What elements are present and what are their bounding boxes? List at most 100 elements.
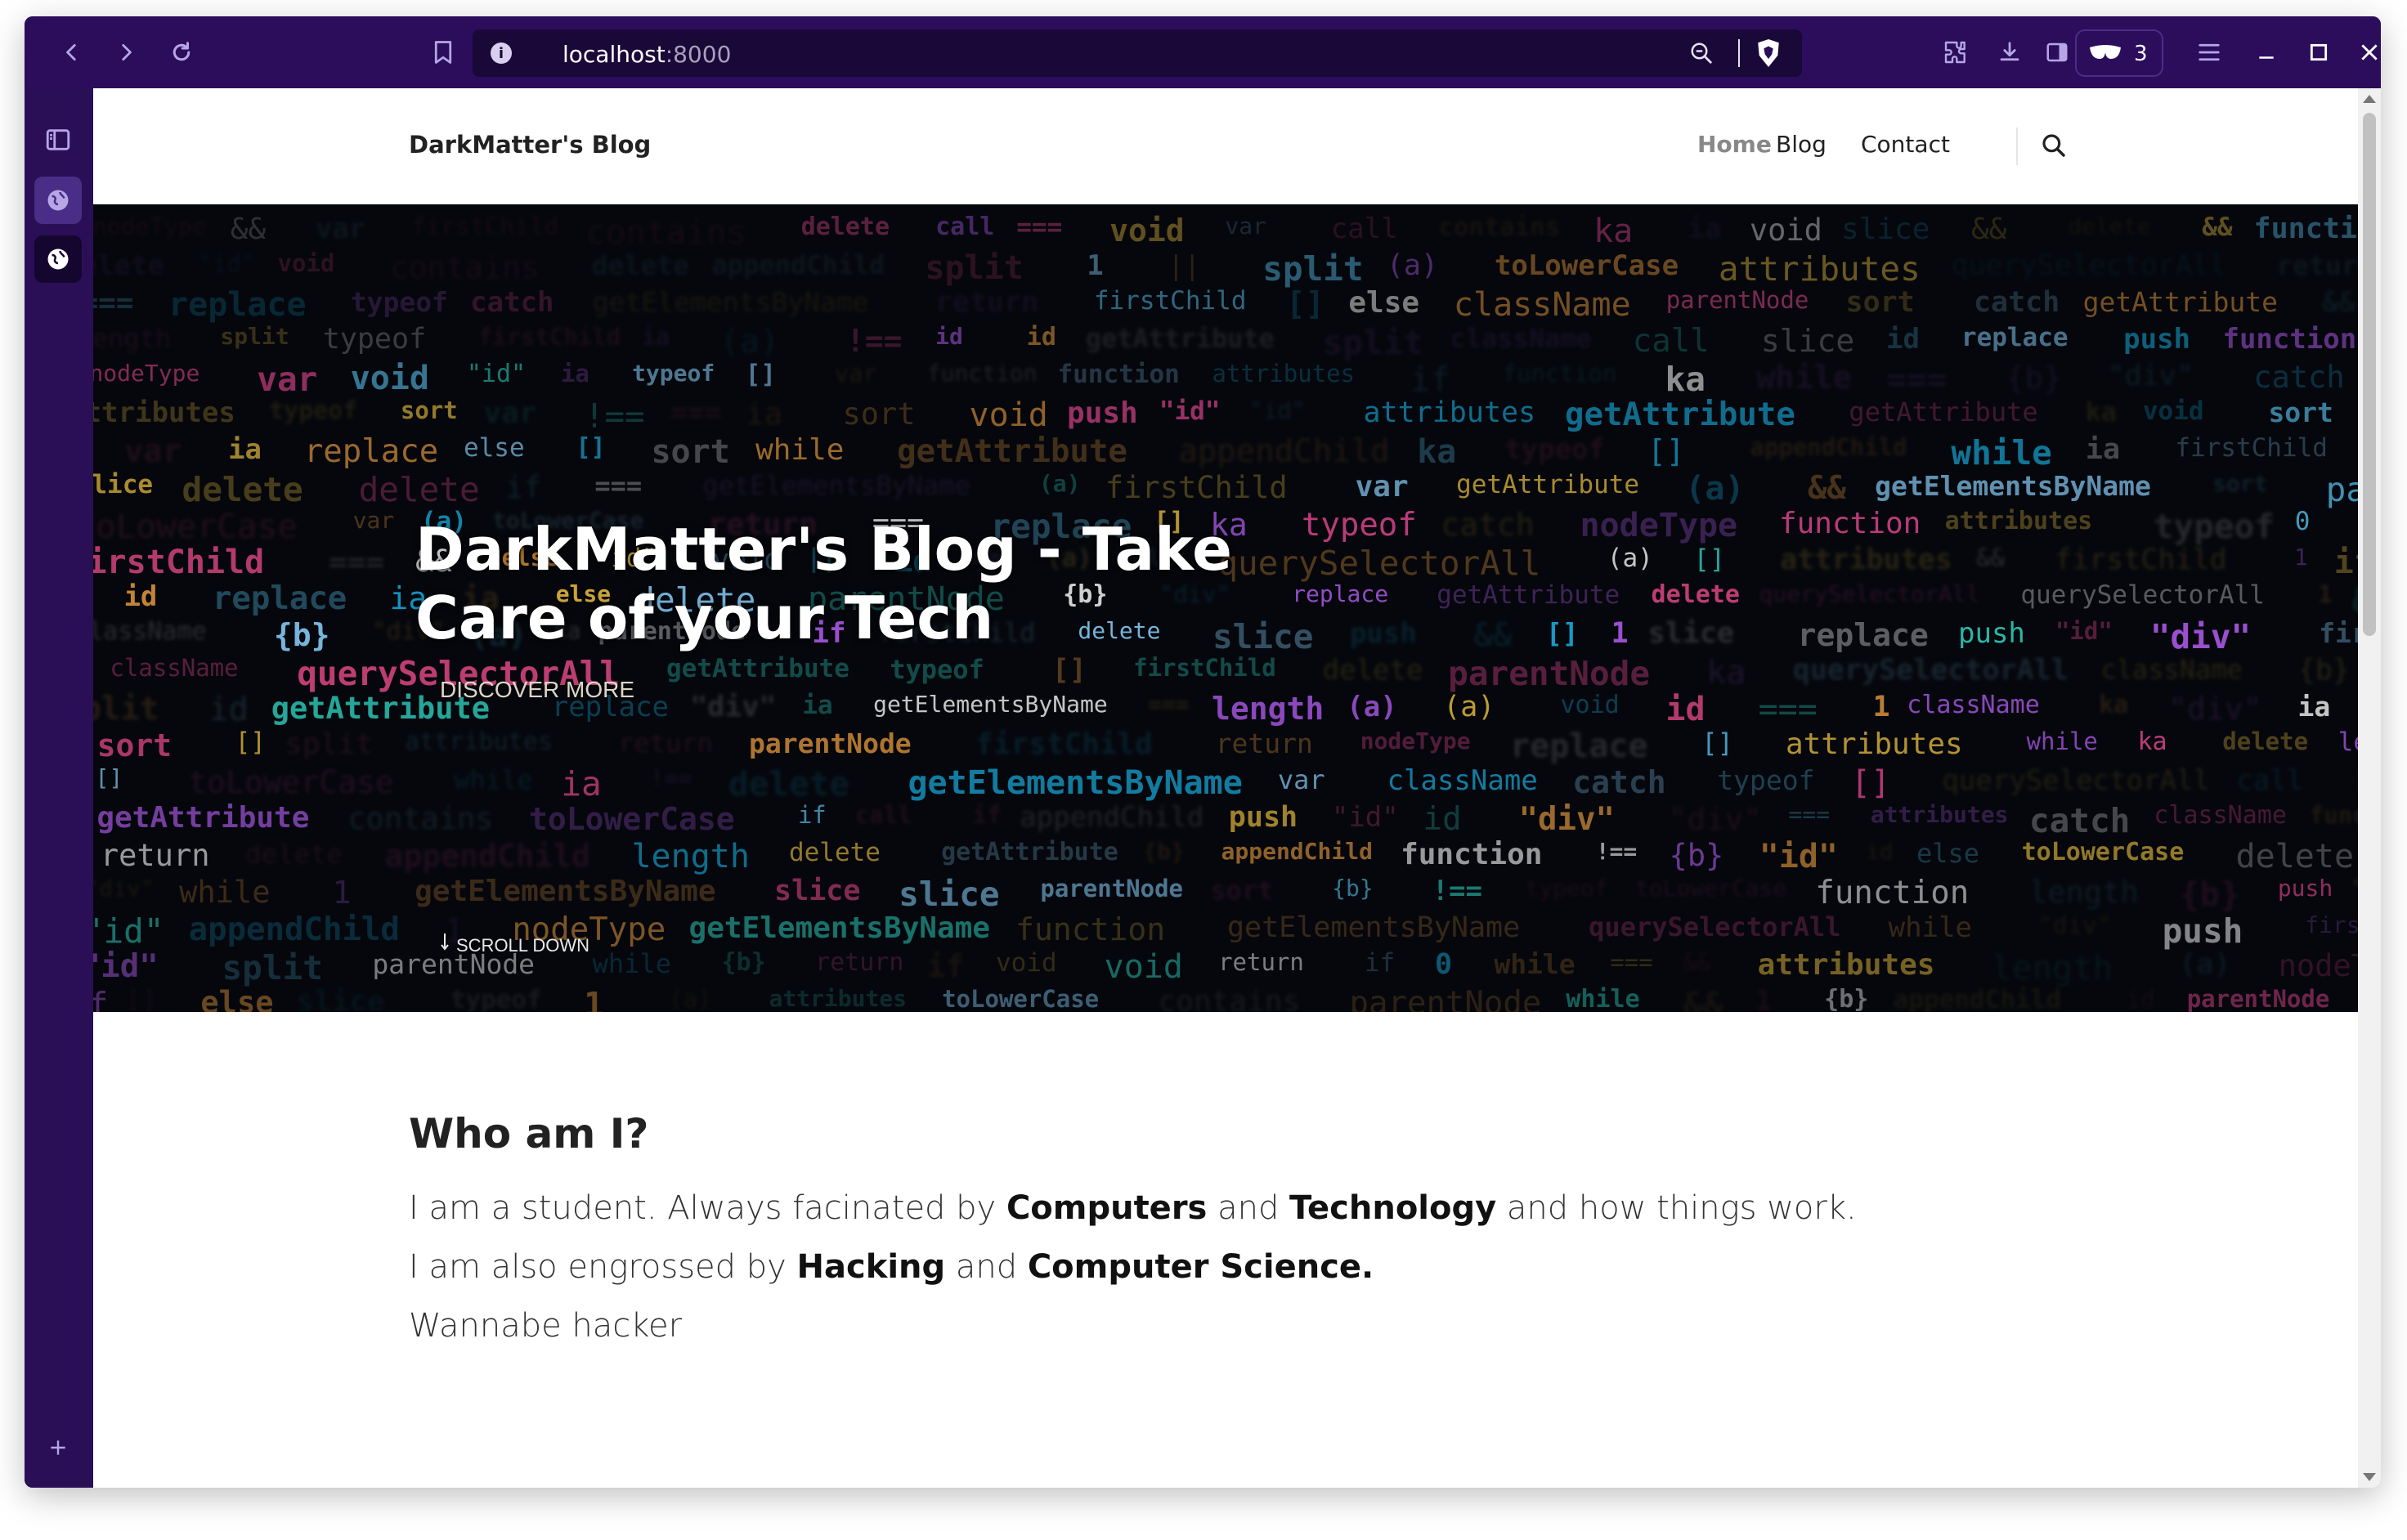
code-glyph: "id" [93,948,159,985]
code-glyph: "div" [2168,691,2262,727]
code-glyph: delete [800,213,890,241]
code-glyph: firstChild [1133,654,1276,682]
sidebar-panel-icon[interactable] [2039,34,2075,70]
url-text[interactable]: localhost:8000 [563,41,731,68]
scroll-thumb[interactable] [2363,113,2376,636]
code-glyph: firstChild [1093,286,1247,316]
brave-shield-icon[interactable] [1755,38,1782,73]
code-glyph: === [1758,691,1818,728]
code-glyph: call [2236,764,2304,797]
maximize-icon[interactable] [2301,34,2337,70]
code-glyph: {b} [1332,875,1374,902]
code-glyph: delete [728,764,850,804]
sidebar-globe-icon[interactable] [34,177,82,224]
code-glyph: length [631,838,750,875]
forward-arrow-icon[interactable] [108,34,144,70]
code-glyph: catch [1441,507,1535,543]
code-glyph: 1 [584,985,604,1012]
code-glyph: ia [1687,213,1722,245]
code-glyph: ka [1417,433,1457,471]
code-glyph: querySelectorAll [1942,764,2210,797]
code-glyph: length [2338,727,2358,757]
sidebar-globe-icon-2[interactable] [34,235,82,283]
nav-blog[interactable]: Blog [1776,131,1827,158]
page-scrollbar[interactable] [2358,88,2381,1488]
code-glyph: firstChild [1105,470,1288,505]
code-glyph: else [1348,286,1420,320]
code-glyph: id [1866,838,1894,865]
code-glyph: function [1015,911,1166,947]
code-glyph: "id" [93,911,164,951]
code-glyph: return [815,948,904,977]
code-glyph: && [230,213,267,246]
code-glyph: length [1992,948,2113,987]
code-glyph: className [110,654,239,682]
hamburger-menu-icon[interactable] [2191,34,2227,70]
scroll-down-link[interactable]: SCROLL DOWN [440,932,589,956]
code-glyph: typeof [1717,764,1815,796]
nav-contact[interactable]: Contact [1861,131,1950,158]
code-glyph: [] [95,764,123,791]
code-glyph: ia [561,764,602,804]
about-heading: Who am I? [409,1110,649,1157]
code-glyph: && [1683,985,1723,1012]
code-glyph: void [350,360,429,397]
scroll-down-arrow-icon[interactable] [2363,1473,2376,1481]
code-glyph: typeof [269,396,358,425]
brave-rewards-button[interactable]: 3 [2075,29,2163,77]
address-bar[interactable]: i localhost:8000 [473,29,1802,77]
code-glyph: toLowerCase [942,985,1100,1012]
code-glyph: === [594,470,643,501]
code-glyph: id [1423,801,1462,838]
sidebar-toggle-icon[interactable] [34,116,82,163]
reload-icon[interactable] [164,34,199,70]
code-glyph: {b} [273,617,330,653]
code-glyph: while [454,764,533,795]
discover-more-link[interactable]: DISCOVER MORE [440,677,634,703]
code-glyph: if [2333,544,2358,581]
code-glyph: appendChild [188,911,400,948]
download-icon[interactable] [1992,34,2028,70]
code-glyph: slice [774,875,861,907]
site-info-icon[interactable]: i [491,43,512,64]
zoom-out-icon[interactable] [1689,41,1714,69]
back-arrow-icon[interactable] [54,34,90,70]
code-glyph: parentNode [1349,985,1542,1012]
code-glyph: split [220,323,289,350]
code-glyph: className [2100,654,2243,685]
code-glyph: return [2276,249,2358,281]
code-glyph: getElementsByName [873,691,1108,718]
code-glyph: typeof [450,985,542,1012]
code-glyph: if [93,985,109,1012]
code-glyph: typeof [350,286,448,318]
scroll-up-icon[interactable] [2363,95,2376,103]
code-glyph: "id" [1248,396,1307,424]
search-icon[interactable] [2041,132,2067,163]
code-glyph: ka [1706,654,1746,692]
bookmark-icon[interactable] [425,34,461,70]
code-glyph: "div" [1668,801,1763,837]
code-glyph: className [93,617,207,646]
close-icon[interactable] [2351,34,2381,70]
code-glyph: {b} [1143,838,1185,865]
extensions-icon[interactable] [1938,34,1974,70]
code-glyph: void [1560,691,1620,719]
about-line-1: I am a student. Always facinated by Comp… [409,1189,1857,1227]
add-sidebar-item-icon[interactable] [34,1424,82,1471]
code-glyph: if [926,948,965,984]
code-glyph: firstChild [2319,617,2358,649]
code-glyph: void [969,396,1048,434]
nav-home[interactable]: Home [1697,131,1772,158]
code-glyph: slice [1841,213,1930,246]
code-glyph: nodeType [1360,727,1471,754]
code-glyph: while [1566,985,1640,1012]
code-glyph: firstChild [975,727,1153,761]
minimize-icon[interactable] [2248,34,2284,70]
site-brand[interactable]: DarkMatter's Blog [409,131,651,159]
code-glyph: ia [802,691,833,720]
code-glyph: nodeType [2278,948,2358,983]
code-glyph: sort [1845,286,1915,319]
code-glyph: else [200,985,274,1012]
code-glyph: parentNode [1448,654,1650,693]
code-glyph: className [2154,801,2287,830]
